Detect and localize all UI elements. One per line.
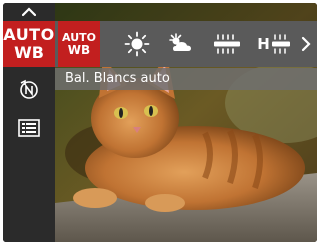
camera-screen: AUTO WB AUTO WB H Bal. Blancs auto [3, 3, 317, 242]
wb-mode-label: Bal. Blancs auto [55, 68, 317, 90]
menu-list-icon [18, 119, 40, 137]
rail-white-balance-button[interactable]: AUTO WB [3, 21, 55, 67]
wb-option-daylight[interactable] [117, 21, 157, 67]
top-strip [55, 3, 317, 21]
scene-n-icon [20, 79, 38, 99]
wb-option-fluorescent[interactable] [205, 21, 249, 67]
wb-option-cloudy[interactable] [161, 21, 201, 67]
rail-awb-line2: WB [14, 43, 44, 62]
wb-options-bar: AUTO WB H [55, 21, 317, 67]
rail-up-button[interactable] [3, 3, 55, 21]
fluorescent-h-icon [271, 34, 290, 54]
cloud-icon [169, 33, 191, 51]
wb-next-button[interactable] [297, 21, 315, 67]
rail-menu-button[interactable] [3, 111, 55, 145]
rail-scene-button[interactable] [3, 69, 55, 109]
fluorescent-icon [214, 34, 240, 54]
chevron-up-icon [22, 7, 36, 17]
rail-awb-line1: AUTO [3, 25, 55, 44]
left-menu-rail: AUTO WB [3, 3, 55, 242]
sun-icon [124, 31, 150, 57]
fluorescent-h-letter: H [257, 35, 270, 53]
wb-option-auto[interactable]: AUTO WB [58, 21, 100, 67]
chevron-right-icon [301, 36, 311, 52]
wb-auto-line2: WB [67, 43, 91, 57]
wb-option-fluorescent-h[interactable]: H [253, 21, 297, 67]
